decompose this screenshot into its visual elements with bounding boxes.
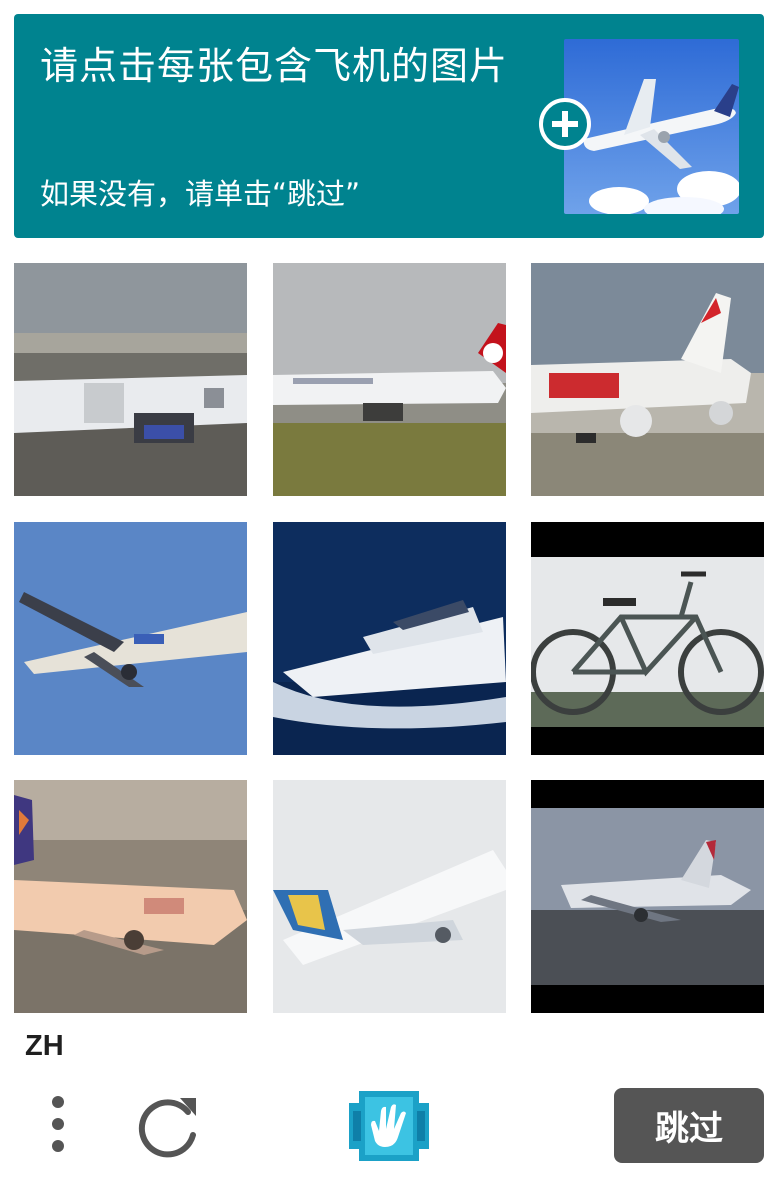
- image-tile[interactable]: [273, 263, 506, 496]
- image-tile[interactable]: [531, 780, 764, 1013]
- challenge-header: 请点击每张包含飞机的图片 如果没有，请单击“跳过”: [14, 14, 764, 238]
- image-tile[interactable]: [14, 522, 247, 755]
- image-tile[interactable]: [273, 522, 506, 755]
- challenge-hint: 如果没有，请单击“跳过”: [40, 177, 361, 211]
- image-tile[interactable]: [531, 522, 764, 755]
- hcaptcha-hand-logo[interactable]: [345, 1085, 433, 1167]
- vertical-dots-icon[interactable]: [38, 1092, 78, 1158]
- image-tile[interactable]: [14, 263, 247, 496]
- refresh-icon[interactable]: [136, 1090, 202, 1160]
- challenge-prompt: 请点击每张包含飞机的图片: [40, 44, 509, 88]
- captcha-widget: 请点击每张包含飞机的图片 如果没有，请单击“跳过” ZH 跳过: [0, 0, 779, 1183]
- skip-button[interactable]: 跳过: [614, 1088, 764, 1163]
- image-tile[interactable]: [531, 263, 764, 496]
- language-selector[interactable]: ZH: [25, 1030, 64, 1063]
- image-tile[interactable]: [14, 780, 247, 1013]
- plus-icon[interactable]: [539, 98, 591, 150]
- image-tile[interactable]: [273, 780, 506, 1013]
